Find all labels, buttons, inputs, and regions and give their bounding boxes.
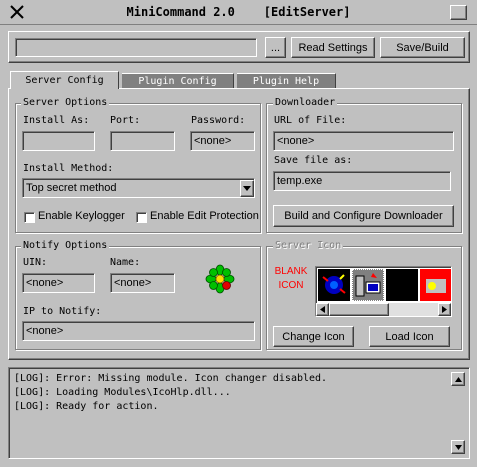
password-field[interactable]: <none> [190,131,255,151]
load-icon-button[interactable]: Load Icon [369,326,450,347]
minimize-button[interactable] [450,5,467,20]
log-panel[interactable]: [LOG]: Error: Missing module. Icon chang… [8,367,470,459]
browse-button[interactable]: ... [265,37,286,58]
build-downloader-button[interactable]: Build and Configure Downloader [273,205,454,227]
icq-flower-icon [205,264,235,294]
edit-protection-label: Enable Edit Protection [150,210,259,222]
log-scrollbar[interactable] [451,372,465,454]
path-input[interactable] [15,38,257,57]
log-line: [LOG]: Loading Modules\IcoHlp.dll... [14,387,231,398]
window-title: MiniCommand 2.0 [EditServer] [126,5,351,19]
url-label: URL of File: [274,115,347,126]
scroll-down-button[interactable] [451,440,465,454]
change-icon-button[interactable]: Change Icon [273,326,354,347]
save-build-button[interactable]: Save/Build [380,37,465,58]
save-as-label: Save file as: [274,155,353,166]
globe-sync-icon[interactable] [318,269,350,301]
scroll-right-button[interactable] [438,303,451,316]
blank-icon-label: BLANK ICON [274,265,308,293]
uin-field[interactable]: <none> [22,273,95,293]
read-settings-button[interactable]: Read Settings [291,37,375,58]
name-field[interactable]: <none> [110,273,175,293]
edit-protection-checkbox[interactable] [136,212,147,223]
server-options-legend: Server Options [21,97,110,108]
blank-icon-line1: BLANK [274,266,308,277]
port-field[interactable] [110,131,175,151]
notify-options-legend: Notify Options [21,240,110,251]
url-field[interactable]: <none> [273,131,454,151]
scroll-thumb[interactable] [329,303,389,316]
password-label: Password: [191,115,246,126]
install-method-value: Top secret method [26,182,117,194]
save-as-field[interactable]: temp.exe [273,171,451,191]
red-icon[interactable] [420,269,451,301]
install-as-label: Install As: [23,115,90,126]
ip-label: IP to Notify: [23,306,102,317]
blank-icon-line2: ICON [278,280,304,291]
black-icon[interactable] [386,269,418,301]
log-line: [LOG]: Ready for action. [14,401,159,412]
install-as-field[interactable] [22,131,95,151]
name-label: Name: [110,257,141,268]
chevron-down-icon[interactable] [240,179,254,197]
tab-server-config[interactable]: Server Config [10,71,119,89]
scroll-left-button[interactable] [316,303,329,316]
port-label: Port: [110,115,141,126]
install-method-label: Install Method: [23,163,114,174]
title-bar: MiniCommand 2.0 [EditServer] [0,0,477,25]
ip-field[interactable]: <none> [22,321,255,341]
keylogger-checkbox[interactable] [24,212,35,223]
log-line: [LOG]: Error: Missing module. Icon chang… [14,373,328,384]
tab-plugin-config[interactable]: Plugin Config [122,73,234,89]
server-icon-legend: Server Icon [273,240,344,251]
uin-label: UIN: [23,257,48,268]
icon-list[interactable] [315,266,452,317]
computer-icon[interactable] [352,269,384,301]
tab-plugin-help[interactable]: Plugin Help [237,73,336,89]
downloader-legend: Downloader [273,97,338,108]
scroll-up-button[interactable] [451,372,465,386]
keylogger-label: Enable Keylogger [38,210,125,222]
log-text: [LOG]: Error: Missing module. Icon chang… [14,372,327,414]
icon-list-scrollbar[interactable] [316,303,451,316]
install-method-select[interactable]: Top secret method [22,178,255,198]
